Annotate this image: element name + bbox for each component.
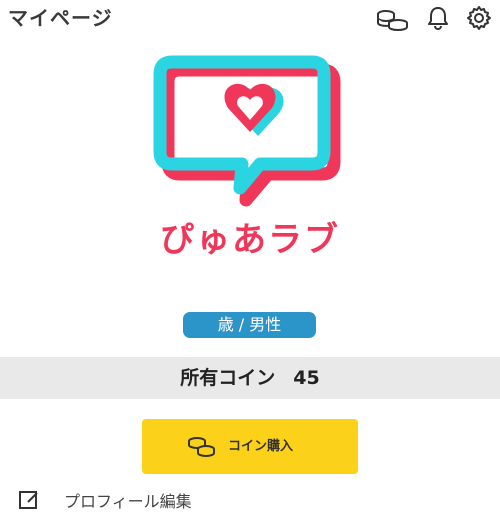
coins-icon (188, 437, 215, 457)
page-title: マイページ (8, 6, 113, 30)
bell-icon[interactable] (427, 6, 449, 30)
gear-icon[interactable] (466, 5, 492, 31)
coin-balance-value: 45 (293, 367, 320, 389)
buy-coins-button[interactable]: コイン購入 (142, 419, 358, 474)
menu-item-label: プロフィール編集 (64, 492, 192, 511)
coins-icon[interactable] (376, 6, 410, 32)
logo-speech-bubble-icon (153, 55, 341, 207)
profile-info-badge: 歳 / 男性 (183, 312, 316, 338)
coin-balance-label: 所有コイン (180, 367, 276, 389)
menu-item-profile-edit[interactable]: プロフィール編集 (0, 488, 500, 511)
brand-name: ぴゅあラブ (160, 220, 340, 260)
header-bar: マイページ (0, 0, 500, 36)
coin-balance-bar: 所有コイン 45 (0, 357, 500, 399)
buy-coins-label: コイン購入 (228, 439, 294, 454)
edit-icon (19, 491, 38, 509)
app-logo: ぴゅあラブ (150, 52, 350, 262)
